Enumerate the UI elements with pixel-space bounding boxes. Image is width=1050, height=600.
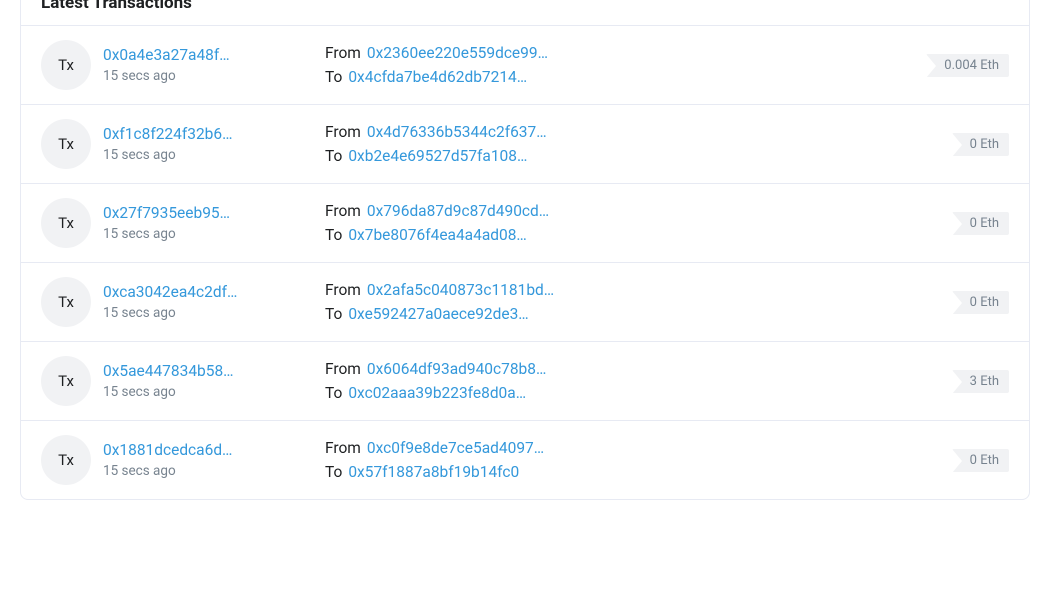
- from-label: From: [325, 44, 361, 62]
- transaction-row: Tx 0xca3042ea4c2df… 15 secs ago From 0x2afa5…: [21, 263, 1029, 342]
- eth-value-badge: 0 Eth: [952, 291, 1009, 314]
- from-line: From 0x2afa5c040873c1181bd…: [325, 281, 940, 299]
- tx-timestamp: 15 secs ago: [103, 68, 313, 84]
- tx-timestamp: 15 secs ago: [103, 384, 313, 400]
- transaction-row: Tx 0x1881dcedca6d… 15 secs ago From 0xc0f9e8…: [21, 421, 1029, 499]
- from-label: From: [325, 202, 361, 220]
- eth-value: 0: [970, 453, 977, 468]
- from-label: From: [325, 281, 361, 299]
- tx-hash-link[interactable]: 0x27f7935eeb95…: [103, 204, 313, 222]
- tx-fromto-column: From 0xc0f9e8de7ce5ad4097… To 0x57f1887a8bf…: [325, 439, 940, 481]
- from-line: From 0x2360ee220e559dce99…: [325, 44, 914, 62]
- tx-timestamp: 15 secs ago: [103, 463, 313, 479]
- eth-unit: Eth: [980, 137, 999, 152]
- to-line: To 0x4cfda7be4d62db7214…: [325, 68, 914, 86]
- to-address-link[interactable]: 0x4cfda7be4d62db7214…: [348, 68, 527, 86]
- from-label: From: [325, 439, 361, 457]
- eth-unit: Eth: [980, 295, 999, 310]
- section-title: Latest Transactions: [21, 0, 1029, 26]
- from-line: From 0x6064df93ad940c78b8…: [325, 360, 940, 378]
- to-line: To 0x57f1887a8bf19b14fc0: [325, 463, 940, 481]
- tx-hash-link[interactable]: 0x1881dcedca6d…: [103, 441, 313, 459]
- tx-hash-link[interactable]: 0xf1c8f224f32b6…: [103, 125, 313, 143]
- tx-timestamp: 15 secs ago: [103, 147, 313, 163]
- tx-hash-link[interactable]: 0x5ae447834b58…: [103, 362, 313, 380]
- to-line: To 0x7be8076f4ea4a4ad08…: [325, 226, 940, 244]
- tx-hash-column: 0x5ae447834b58… 15 secs ago: [103, 362, 313, 400]
- from-label: From: [325, 123, 361, 141]
- tx-hash-link[interactable]: 0x0a4e3a27a48f…: [103, 46, 313, 64]
- latest-transactions-card: Latest Transactions Tx 0x0a4e3a27a48f… 15 …: [20, 0, 1030, 500]
- tx-fromto-column: From 0x6064df93ad940c78b8… To 0xc02aaa39b22…: [325, 360, 940, 402]
- from-address-link[interactable]: 0xc0f9e8de7ce5ad4097…: [367, 439, 544, 457]
- from-address-link[interactable]: 0x4d76336b5344c2f637…: [367, 123, 547, 141]
- tx-icon: Tx: [41, 435, 91, 485]
- transaction-row: Tx 0xf1c8f224f32b6… 15 secs ago From 0x4d763…: [21, 105, 1029, 184]
- tx-value-column: 3 Eth: [952, 370, 1009, 393]
- eth-value: 0: [970, 295, 977, 310]
- from-address-link[interactable]: 0x796da87d9c87d490cd…: [367, 202, 549, 220]
- eth-value: 3: [970, 374, 977, 389]
- eth-value: 0.004: [944, 58, 977, 73]
- tx-fromto-column: From 0x4d76336b5344c2f637… To 0xb2e4e69527d…: [325, 123, 940, 165]
- eth-unit: Eth: [980, 453, 999, 468]
- transaction-row: Tx 0x0a4e3a27a48f… 15 secs ago From 0x2360ee…: [21, 26, 1029, 105]
- tx-timestamp: 15 secs ago: [103, 226, 313, 242]
- tx-timestamp: 15 secs ago: [103, 305, 313, 321]
- to-address-link[interactable]: 0x57f1887a8bf19b14fc0: [348, 463, 519, 481]
- tx-hash-column: 0x1881dcedca6d… 15 secs ago: [103, 441, 313, 479]
- eth-value-badge: 0 Eth: [952, 449, 1009, 472]
- tx-icon: Tx: [41, 356, 91, 406]
- eth-value-badge: 0.004 Eth: [926, 54, 1009, 77]
- to-label: To: [325, 226, 342, 244]
- to-address-link[interactable]: 0xb2e4e69527d57fa108…: [348, 147, 527, 165]
- transaction-row: Tx 0x5ae447834b58… 15 secs ago From 0x6064df…: [21, 342, 1029, 421]
- tx-value-column: 0 Eth: [952, 291, 1009, 314]
- eth-value: 0: [970, 137, 977, 152]
- tx-value-column: 0 Eth: [952, 449, 1009, 472]
- to-address-link[interactable]: 0xc02aaa39b223fe8d0a…: [348, 384, 526, 402]
- from-address-link[interactable]: 0x6064df93ad940c78b8…: [367, 360, 546, 378]
- to-line: To 0xc02aaa39b223fe8d0a…: [325, 384, 940, 402]
- tx-hash-column: 0x0a4e3a27a48f… 15 secs ago: [103, 46, 313, 84]
- to-label: To: [325, 384, 342, 402]
- from-address-link[interactable]: 0x2afa5c040873c1181bd…: [367, 281, 554, 299]
- from-line: From 0xc0f9e8de7ce5ad4097…: [325, 439, 940, 457]
- to-label: To: [325, 147, 342, 165]
- transaction-list: Tx 0x0a4e3a27a48f… 15 secs ago From 0x2360ee…: [21, 26, 1029, 499]
- tx-value-column: 0 Eth: [952, 212, 1009, 235]
- tx-hash-link[interactable]: 0xca3042ea4c2df…: [103, 283, 313, 301]
- eth-value-badge: 0 Eth: [952, 133, 1009, 156]
- tx-icon: Tx: [41, 40, 91, 90]
- eth-unit: Eth: [980, 374, 999, 389]
- tx-hash-column: 0xca3042ea4c2df… 15 secs ago: [103, 283, 313, 321]
- from-line: From 0x4d76336b5344c2f637…: [325, 123, 940, 141]
- from-label: From: [325, 360, 361, 378]
- tx-fromto-column: From 0x2afa5c040873c1181bd… To 0xe592427a0a…: [325, 281, 940, 323]
- to-label: To: [325, 305, 342, 323]
- tx-value-column: 0.004 Eth: [926, 54, 1009, 77]
- eth-unit: Eth: [980, 58, 999, 73]
- tx-fromto-column: From 0x2360ee220e559dce99… To 0x4cfda7be4d6…: [325, 44, 914, 86]
- to-address-link[interactable]: 0x7be8076f4ea4a4ad08…: [348, 226, 526, 244]
- tx-icon: Tx: [41, 198, 91, 248]
- tx-fromto-column: From 0x796da87d9c87d490cd… To 0x7be8076f4ea…: [325, 202, 940, 244]
- eth-value-badge: 3 Eth: [952, 370, 1009, 393]
- tx-value-column: 0 Eth: [952, 133, 1009, 156]
- eth-unit: Eth: [980, 216, 999, 231]
- transaction-row: Tx 0x27f7935eeb95… 15 secs ago From 0x796da8…: [21, 184, 1029, 263]
- eth-value-badge: 0 Eth: [952, 212, 1009, 235]
- eth-value: 0: [970, 216, 977, 231]
- to-line: To 0xe592427a0aece92de3…: [325, 305, 940, 323]
- tx-icon: Tx: [41, 277, 91, 327]
- tx-hash-column: 0xf1c8f224f32b6… 15 secs ago: [103, 125, 313, 163]
- to-line: To 0xb2e4e69527d57fa108…: [325, 147, 940, 165]
- tx-icon: Tx: [41, 119, 91, 169]
- from-line: From 0x796da87d9c87d490cd…: [325, 202, 940, 220]
- tx-hash-column: 0x27f7935eeb95… 15 secs ago: [103, 204, 313, 242]
- to-address-link[interactable]: 0xe592427a0aece92de3…: [348, 305, 528, 323]
- to-label: To: [325, 463, 342, 481]
- from-address-link[interactable]: 0x2360ee220e559dce99…: [367, 44, 548, 62]
- to-label: To: [325, 68, 342, 86]
